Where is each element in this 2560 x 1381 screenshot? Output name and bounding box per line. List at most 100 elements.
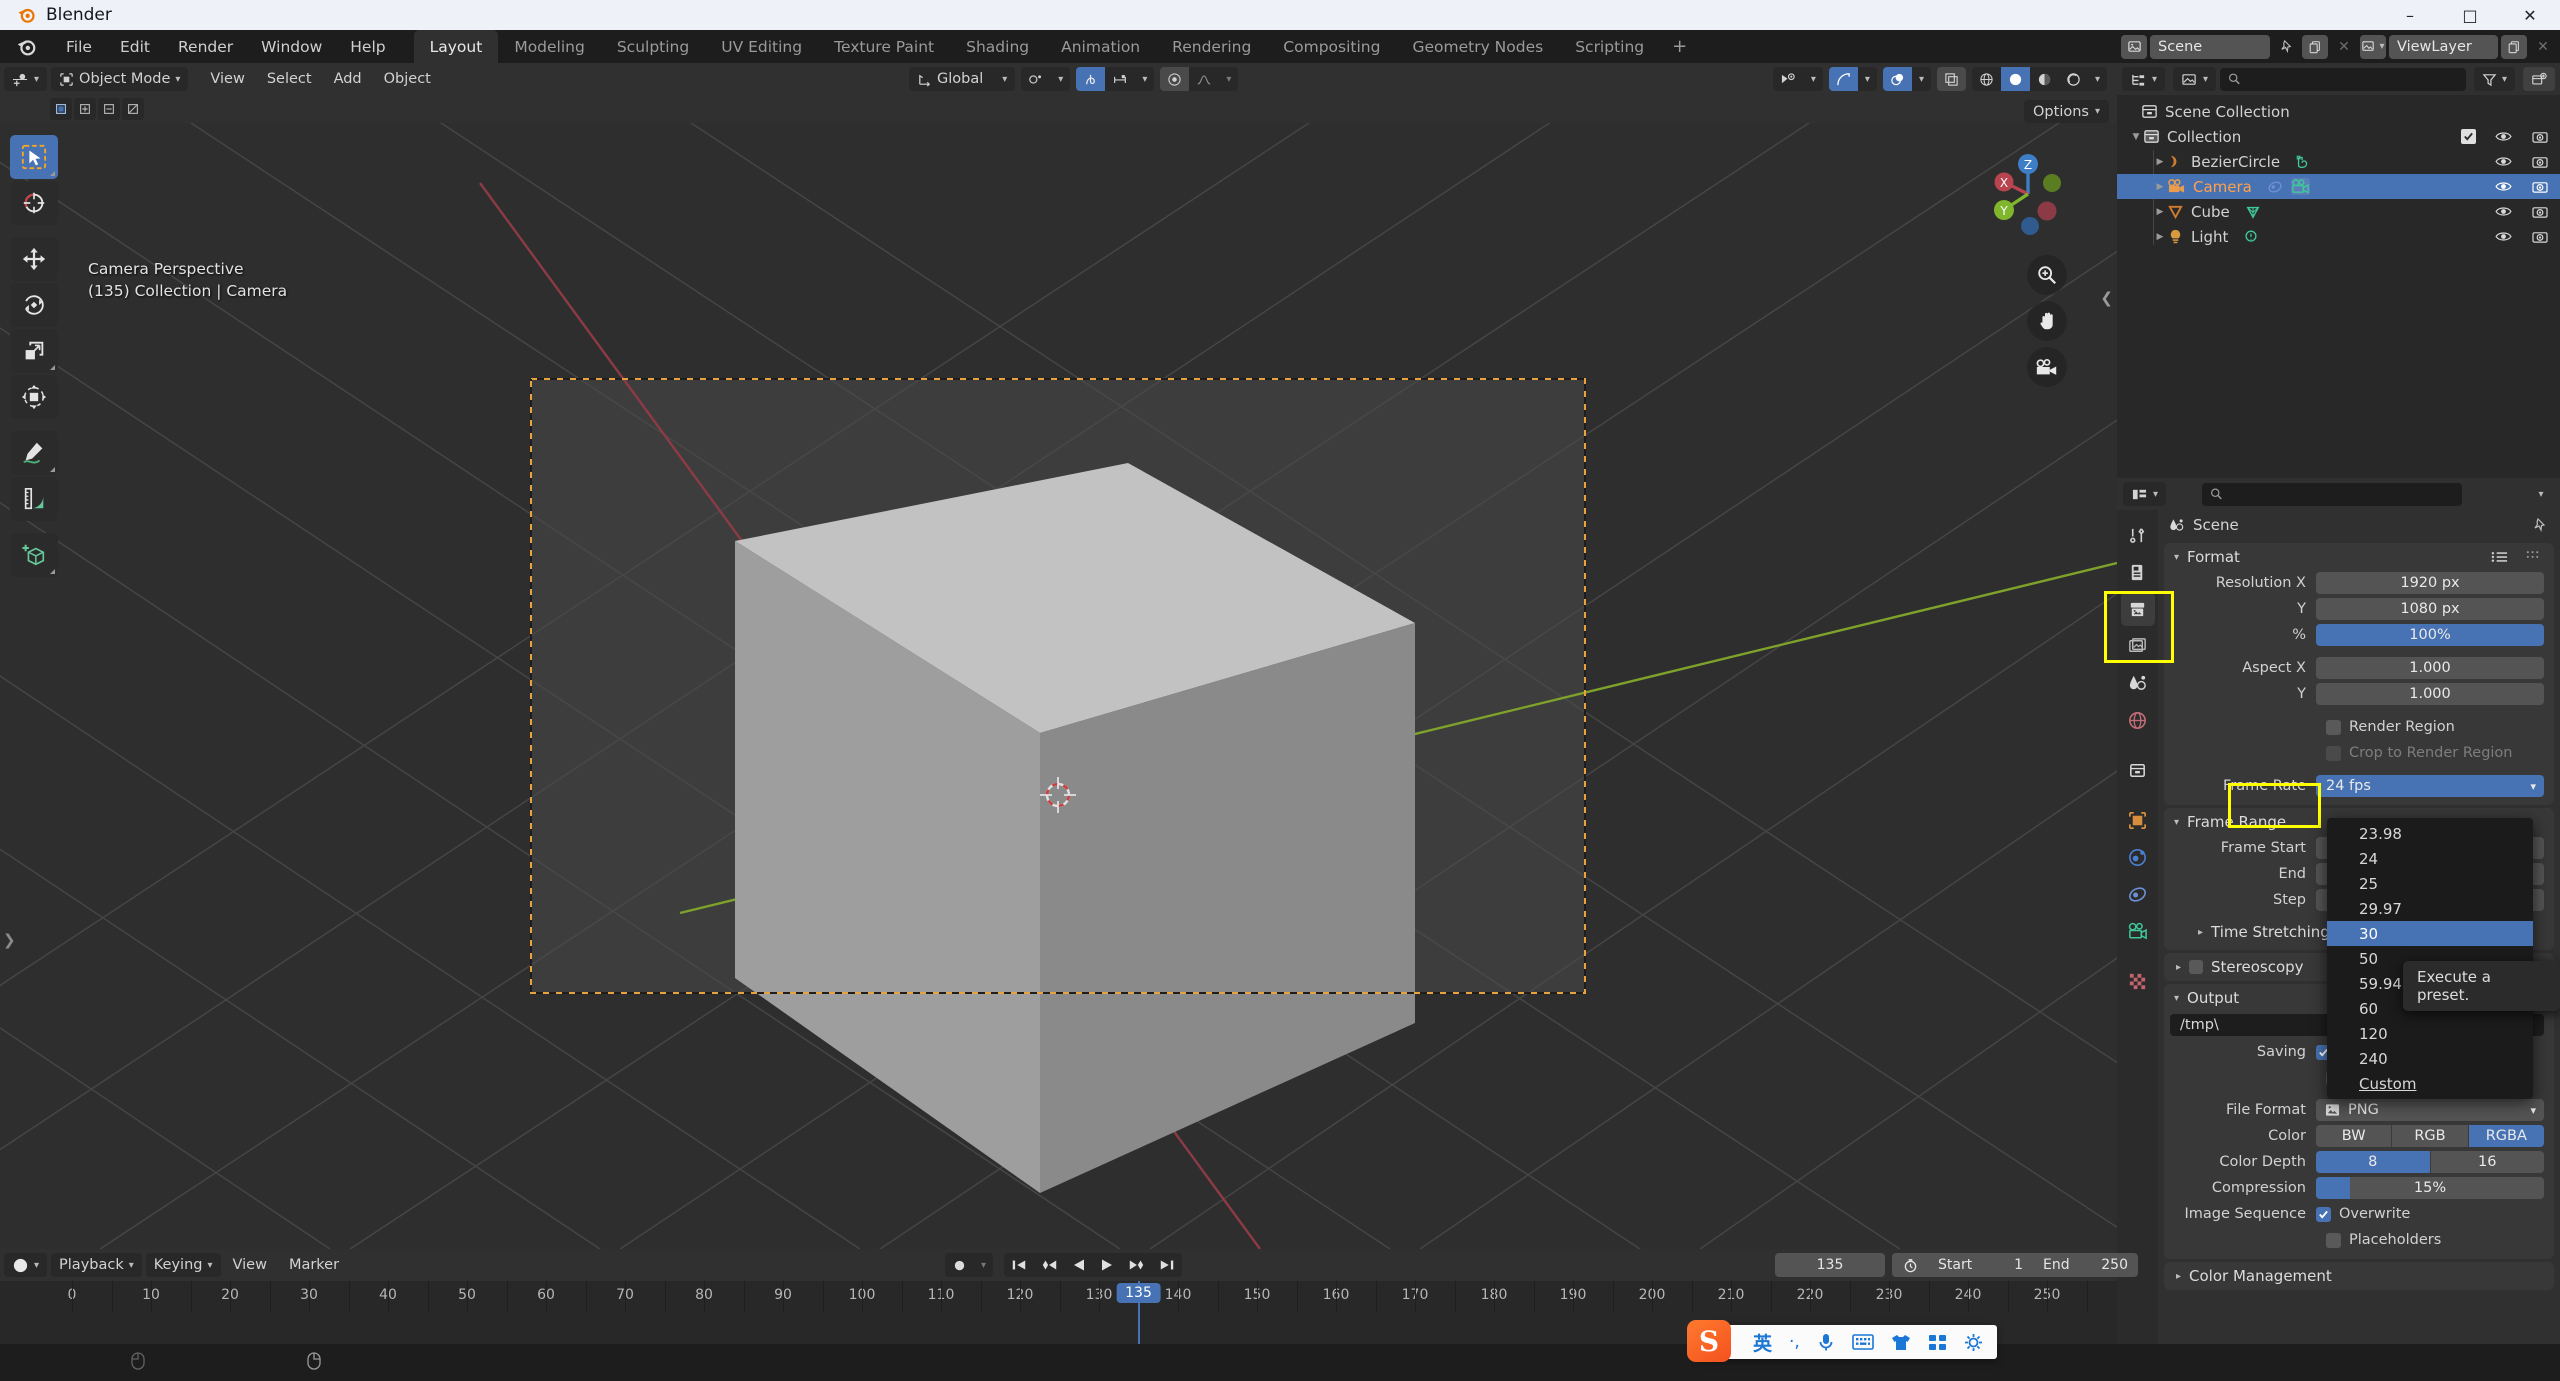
color-mode-rgba[interactable]: RGBA [2468, 1125, 2544, 1147]
jump-to-prev-keyframe-button[interactable] [1034, 1253, 1065, 1277]
viewport-options-button[interactable]: Options ▾ [2024, 100, 2109, 123]
preset-list-icon[interactable] [2491, 550, 2508, 564]
stereoscopy-checkbox[interactable] [2189, 960, 2204, 974]
scene-name-field[interactable]: Scene [2150, 34, 2270, 59]
outliner-row-scene-collection[interactable]: Scene Collection [2117, 99, 2560, 124]
outliner-row-camera[interactable]: ▶ Camera [2117, 174, 2560, 199]
collection-properties-tab[interactable] [2121, 753, 2155, 787]
mesh-data-icon[interactable] [2244, 204, 2262, 220]
tab-texture-paint[interactable]: Texture Paint [818, 30, 950, 63]
select-mode-extend-icon[interactable] [74, 98, 96, 120]
properties-editor-type-icon[interactable]: ▾ [2123, 482, 2167, 506]
disclosure-triangle-icon[interactable]: ▼ [2129, 132, 2143, 142]
interaction-mode-selector[interactable]: Object Mode ▾ [51, 67, 189, 91]
collection-exclude-checkbox[interactable] [2461, 129, 2476, 144]
hide-in-viewport-icon[interactable] [2495, 205, 2512, 218]
play-button[interactable] [1093, 1253, 1121, 1277]
tab-scripting[interactable]: Scripting [1559, 30, 1660, 63]
disclosure-triangle-icon[interactable]: ▶ [2153, 157, 2167, 167]
tweak-select-tool[interactable] [10, 135, 58, 179]
visibility-chevron-down-icon[interactable]: ▾ [1804, 67, 1823, 91]
tab-layout[interactable]: Layout [413, 30, 499, 63]
output-properties-tab[interactable] [2120, 592, 2155, 626]
resolution-x-field[interactable]: 1920 px [2316, 572, 2544, 594]
light-data-icon[interactable] [2242, 229, 2260, 245]
editor-type-selector[interactable]: ▾ [4, 67, 48, 91]
curve-data-icon[interactable] [2294, 154, 2312, 170]
menu-render[interactable]: Render [165, 34, 246, 60]
jump-to-start-button[interactable] [1004, 1253, 1034, 1277]
annotate-tool[interactable] [10, 431, 58, 475]
transform-orientation-selector[interactable]: Global ▾ [909, 67, 1016, 91]
visibility-eye-icon[interactable] [1773, 67, 1804, 91]
show-gizmo-button[interactable] [1828, 67, 1858, 91]
pin-scene-icon[interactable] [2273, 35, 2299, 59]
placeholders-checkbox[interactable] [2326, 1232, 2341, 1248]
blender-menu-logo-icon[interactable] [14, 36, 38, 58]
current-frame-field[interactable]: 135 [1775, 1253, 1885, 1277]
viewport-menu-add[interactable]: Add [324, 68, 372, 90]
viewport-menu-view[interactable]: View [200, 68, 254, 90]
tab-modeling[interactable]: Modeling [498, 30, 601, 63]
settings-icon[interactable] [1964, 1333, 1983, 1352]
disable-in-renders-icon[interactable] [2532, 205, 2548, 219]
gizmo-chevron-down-icon[interactable]: ▾ [1858, 67, 1877, 91]
disable-in-renders-icon[interactable] [2532, 155, 2548, 169]
tab-uv-editing[interactable]: UV Editing [705, 30, 818, 63]
end-frame-field[interactable]: End 250 [2033, 1253, 2138, 1277]
minimize-button[interactable]: – [2380, 0, 2440, 30]
render-region-checkbox[interactable] [2326, 719, 2341, 735]
tab-geometry-nodes[interactable]: Geometry Nodes [1396, 30, 1559, 63]
texture-properties-tab[interactable] [2121, 964, 2155, 998]
select-mode-subtract-icon[interactable] [98, 98, 120, 120]
timeline-editor-type-icon[interactable]: ▾ [4, 1253, 48, 1277]
menu-edit[interactable]: Edit [107, 34, 163, 60]
frame-rate-dropdown-button[interactable]: 24 fps ▾ [2316, 775, 2544, 797]
outliner-new-collection-icon[interactable] [2523, 67, 2555, 91]
menu-window[interactable]: Window [248, 34, 335, 60]
outliner-search-input[interactable] [2220, 67, 2466, 91]
file-format-dropdown[interactable]: PNG ▾ [2316, 1099, 2544, 1121]
remove-viewlayer-button[interactable]: ✕ [2530, 35, 2556, 59]
compression-slider[interactable]: 15% [2316, 1177, 2544, 1199]
solid-shading-button[interactable] [2000, 67, 2030, 91]
hide-in-viewport-icon[interactable] [2495, 230, 2512, 243]
hide-in-viewport-icon[interactable] [2495, 180, 2512, 193]
color-management-panel-header[interactable]: ▸ Color Management [2164, 1262, 2554, 1290]
rotate-tool[interactable] [10, 283, 58, 327]
3d-viewport[interactable]: Camera Perspective (135) Collection | Ca… [0, 123, 2117, 1249]
shading-chevron-down-icon[interactable]: ▾ [2088, 67, 2107, 91]
sogou-ime-logo-icon[interactable]: S [1687, 1320, 1731, 1362]
color-depth-16[interactable]: 16 [2430, 1151, 2544, 1173]
resolution-y-field[interactable]: 1080 px [2316, 598, 2544, 620]
pivot-point-chevron-down-icon[interactable]: ▾ [1051, 67, 1070, 91]
snap-toggle-button[interactable] [1076, 67, 1106, 91]
keyboard-icon[interactable] [1852, 1333, 1874, 1351]
sidebar-toggle-arrow-icon[interactable]: ❮ [2100, 289, 2113, 307]
mic-icon[interactable] [1817, 1332, 1835, 1352]
proportional-edit-toggle[interactable] [1160, 67, 1190, 91]
use-preview-range-icon[interactable] [1892, 1253, 1928, 1277]
overlays-chevron-down-icon[interactable]: ▾ [1912, 67, 1931, 91]
show-overlays-button[interactable] [1882, 67, 1912, 91]
rendered-shading-button[interactable] [2059, 67, 2088, 91]
scene-properties-tab[interactable] [2121, 666, 2155, 700]
format-panel-header[interactable]: ▾ Format [2164, 543, 2554, 571]
timeline-playhead-label[interactable]: 135 [1116, 1283, 1161, 1303]
viewport-left-expand-arrow-icon[interactable]: ❯ [3, 931, 16, 949]
cursor-tool[interactable] [10, 181, 58, 225]
outliner-row-light[interactable]: ▶ Light [2117, 224, 2560, 249]
proportional-chevron-down-icon[interactable]: ▾ [1219, 67, 1238, 91]
overwrite-checkbox[interactable] [2316, 1206, 2331, 1222]
frame-rate-option-29-97[interactable]: 29.97 [2327, 896, 2533, 921]
color-mode-rgb[interactable]: RGB [2392, 1125, 2469, 1147]
transform-tool[interactable] [10, 375, 58, 419]
pan-view-button[interactable] [2027, 301, 2067, 341]
maximize-button[interactable]: □ [2440, 0, 2500, 30]
disable-in-renders-icon[interactable] [2532, 230, 2548, 244]
new-scene-button[interactable] [2302, 34, 2328, 59]
wireframe-shading-button[interactable] [1972, 67, 2001, 91]
select-mode-set-icon[interactable] [50, 98, 72, 120]
disclosure-triangle-icon[interactable]: ▶ [2153, 207, 2167, 217]
jump-to-next-keyframe-button[interactable] [1121, 1253, 1152, 1277]
